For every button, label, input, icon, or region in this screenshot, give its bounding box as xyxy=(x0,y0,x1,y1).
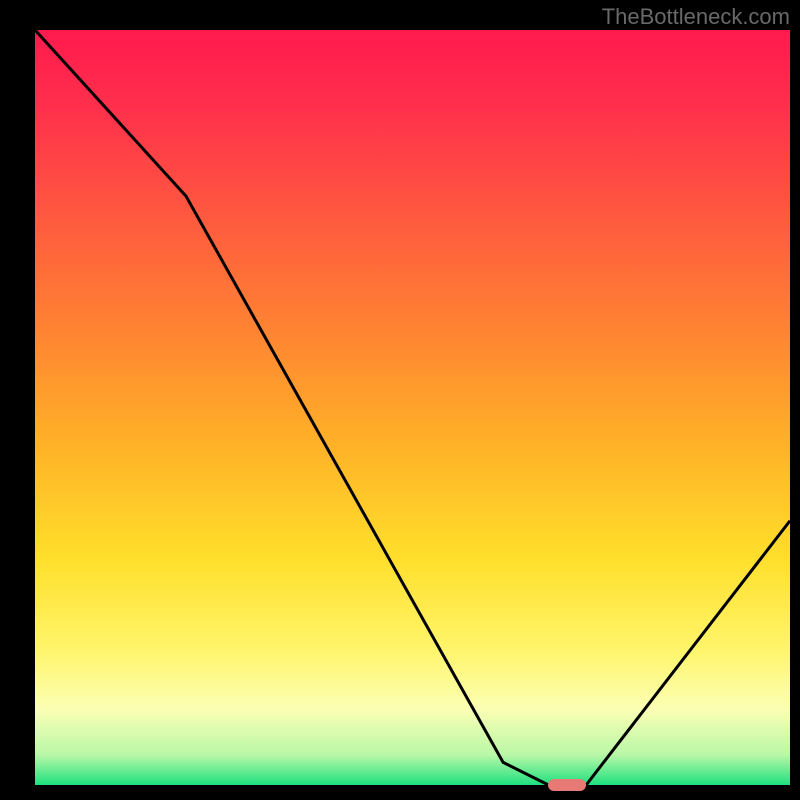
chart-background xyxy=(35,30,790,785)
optimal-marker xyxy=(548,779,586,791)
watermark-text: TheBottleneck.com xyxy=(602,4,790,30)
bottleneck-chart xyxy=(0,0,800,800)
